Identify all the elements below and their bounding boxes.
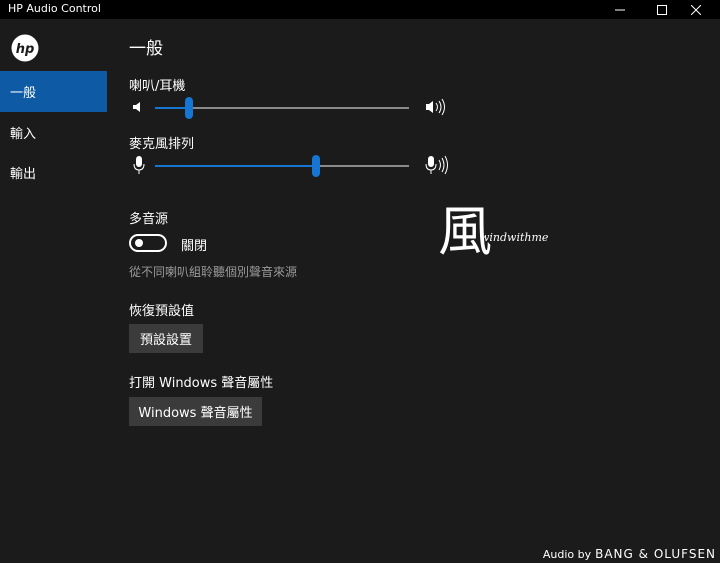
- sidebar-item-label: 輸出: [10, 167, 37, 182]
- speaker-high-icon: [425, 98, 451, 116]
- window-title: HP Audio Control: [8, 2, 101, 15]
- restore-defaults-label: 恢復預設值: [129, 304, 195, 319]
- sidebar: hp 一般 輸入 輸出: [0, 19, 107, 563]
- page-title: 一般: [129, 39, 163, 59]
- slider-track: [155, 107, 409, 109]
- multi-source-toggle[interactable]: [129, 234, 167, 252]
- watermark-text: windwithme: [480, 231, 549, 244]
- sidebar-item-input[interactable]: 輸入: [0, 112, 107, 153]
- hp-logo-icon: hp: [11, 34, 39, 62]
- sidebar-item-label: 一般: [10, 86, 37, 101]
- mic-array-label: 麥克風排列: [129, 137, 195, 152]
- minimize-icon: [615, 9, 625, 10]
- speaker-low-icon: [131, 98, 147, 116]
- maximize-icon: [657, 4, 667, 15]
- slider-thumb[interactable]: [185, 97, 193, 119]
- mic-array-level-slider[interactable]: [155, 155, 409, 177]
- windows-sound-properties-button[interactable]: Windows 聲音屬性: [129, 397, 262, 426]
- sidebar-item-label: 輸入: [10, 127, 37, 142]
- close-button[interactable]: [673, 0, 719, 19]
- slider-thumb[interactable]: [312, 155, 320, 177]
- watermark: 風 windwithme: [438, 205, 548, 269]
- microphone-low-icon: [131, 155, 147, 175]
- main-panel: 一般 喇叭/耳機 麥克風排列 多音源 關閉 從不同喇叭組聆聽個別聲音來源 恢復預…: [107, 19, 720, 563]
- sidebar-item-general[interactable]: 一般: [0, 71, 107, 112]
- multi-source-state-label: 關閉: [181, 239, 208, 254]
- speakers-label: 喇叭/耳機: [129, 79, 186, 94]
- open-sound-properties-label: 打開 Windows 聲音屬性: [129, 376, 274, 391]
- speakers-volume-slider[interactable]: [155, 97, 409, 119]
- brand-prefix: Audio by: [542, 548, 592, 561]
- minimize-button[interactable]: [597, 0, 643, 19]
- title-bar: HP Audio Control: [0, 0, 720, 19]
- slider-fill: [155, 107, 189, 109]
- multi-source-description: 從不同喇叭組聆聽個別聲音來源: [129, 265, 298, 279]
- toggle-knob: [135, 239, 143, 247]
- sidebar-item-output[interactable]: 輸出: [0, 152, 107, 193]
- brand-name: BANG & OLUFSEN: [595, 547, 716, 561]
- restore-defaults-button[interactable]: 預設設置: [129, 324, 203, 353]
- microphone-high-icon: [425, 155, 453, 175]
- multi-source-label: 多音源: [129, 212, 169, 227]
- close-icon: [691, 4, 701, 15]
- brand-footer: Audio by BANG & OLUFSEN: [543, 543, 716, 562]
- svg-text:hp: hp: [16, 42, 35, 57]
- slider-fill: [155, 165, 316, 167]
